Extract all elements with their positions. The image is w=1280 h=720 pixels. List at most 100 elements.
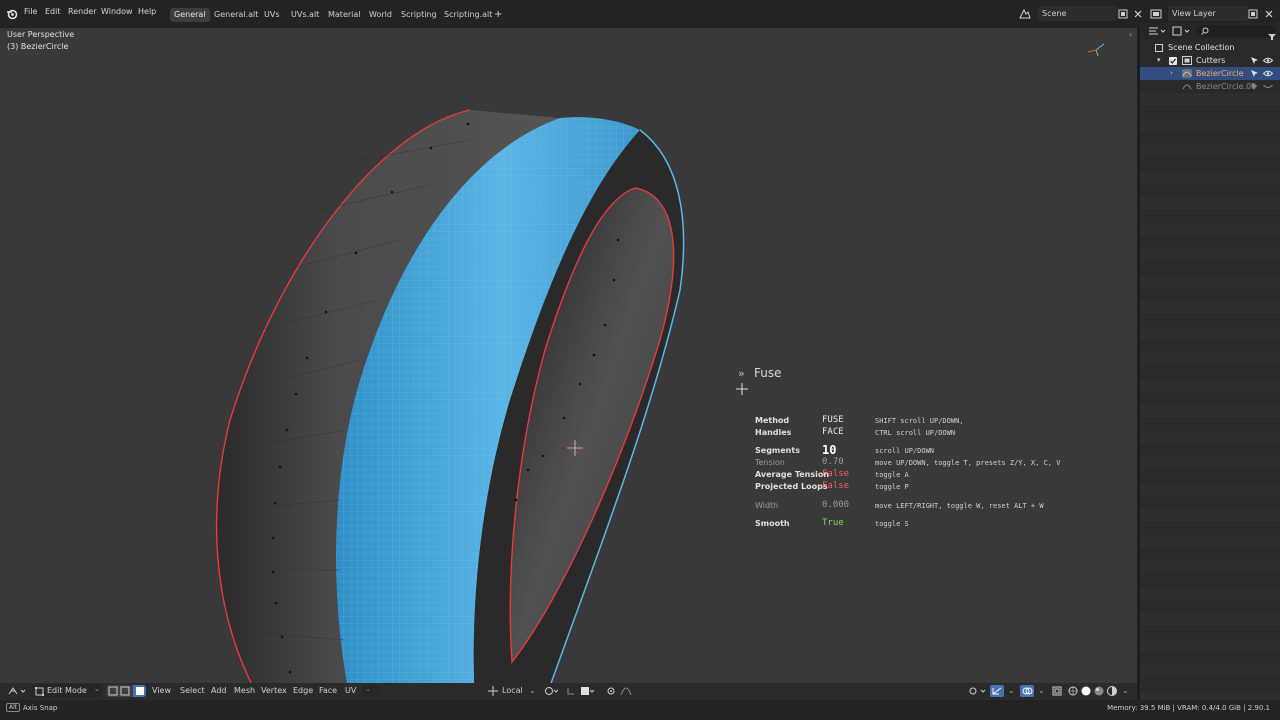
- outliner-empty-row: [1140, 379, 1280, 392]
- header-menu-face[interactable]: Face: [319, 686, 337, 695]
- selectable-arrow-icon[interactable]: [1250, 82, 1259, 91]
- tab-general[interactable]: General: [170, 8, 210, 22]
- filter-funnel-icon[interactable]: [1267, 33, 1277, 41]
- select-mode-toggle[interactable]: [106, 685, 146, 697]
- outliner-row-cutters[interactable]: ▾ Cutters: [1140, 54, 1280, 67]
- outliner-search-input[interactable]: [1196, 25, 1276, 37]
- expand-arrow-icon[interactable]: ▾: [1157, 54, 1161, 67]
- header-menu-uv[interactable]: UV: [345, 686, 356, 695]
- outliner-empty-row: [1140, 535, 1280, 548]
- wireframe-shading-icon[interactable]: [1068, 686, 1078, 696]
- blender-logo-icon[interactable]: [6, 8, 18, 20]
- view-object-types-icon[interactable]: [968, 686, 986, 696]
- outliner-display-mode-icon[interactable]: [1148, 26, 1166, 36]
- vertex-select-icon[interactable]: [108, 686, 118, 696]
- pivot-point-icon[interactable]: [544, 686, 558, 696]
- chevron-down-icon[interactable]: ⌄: [1122, 686, 1129, 695]
- checkbox-icon[interactable]: [1169, 57, 1177, 65]
- navigation-gizmo-icon: [1087, 43, 1105, 57]
- outliner-empty-row: [1140, 561, 1280, 574]
- uv-dropdown[interactable]: ⌄: [362, 685, 380, 697]
- edit-mode-icon: [35, 687, 44, 696]
- visibility-eye-icon[interactable]: [1263, 70, 1273, 77]
- outliner-empty-row: [1140, 119, 1280, 132]
- tab-uvs[interactable]: UVs: [260, 8, 284, 22]
- xray-toggle-icon[interactable]: [1052, 686, 1062, 696]
- scene-copy-icon[interactable]: [1118, 9, 1128, 19]
- sidebar-toggle-icon[interactable]: ‹: [1129, 30, 1132, 39]
- outliner-filter-icon[interactable]: [1172, 26, 1190, 36]
- tab-uvs-alt[interactable]: UVs.alt: [287, 8, 323, 22]
- tab-world[interactable]: World: [365, 8, 396, 22]
- rendered-shading-icon[interactable]: [1107, 686, 1117, 696]
- edge-select-icon[interactable]: [120, 686, 130, 696]
- status-bar: Alt Axis Snap Memory: 39.5 MiB | VRAM: 0…: [0, 700, 1280, 720]
- mode-selector[interactable]: Edit Mode ⌄: [32, 684, 102, 698]
- view-layer-copy-icon[interactable]: [1248, 9, 1258, 19]
- outliner-row-label: BezierCircle: [1196, 69, 1244, 78]
- hud-value: 0.000: [822, 500, 850, 510]
- transform-orientation-icon[interactable]: [488, 686, 498, 696]
- top-bar: File Edit Render Window Help General Gen…: [0, 0, 1280, 28]
- curve-object-icon: [1182, 84, 1192, 90]
- hud-key: Smooth: [755, 519, 790, 528]
- proportional-edit-icon[interactable]: [606, 686, 616, 696]
- material-shading-icon[interactable]: [1094, 686, 1104, 696]
- hud-value: True: [822, 518, 844, 528]
- outliner-scene-collection[interactable]: Scene Collection: [1140, 41, 1280, 54]
- menu-edit[interactable]: Edit: [45, 7, 61, 16]
- header-menu-add[interactable]: Add: [211, 686, 227, 695]
- solid-shading-icon[interactable]: [1081, 686, 1091, 696]
- hud-hint: move LEFT/RIGHT, toggle W, reset ALT + W: [875, 502, 1044, 510]
- hud-value: False: [822, 469, 850, 479]
- tab-scripting[interactable]: Scripting: [397, 8, 441, 22]
- menu-help[interactable]: Help: [138, 7, 156, 16]
- scene-selector[interactable]: Scene: [1038, 6, 1118, 21]
- header-menu-view[interactable]: View: [152, 686, 171, 695]
- header-menu-mesh[interactable]: Mesh: [234, 686, 255, 695]
- overlays-toggle-icon[interactable]: [1020, 685, 1034, 697]
- visibility-eye-icon[interactable]: [1263, 57, 1273, 64]
- gizmo-toggle-icon[interactable]: [990, 685, 1004, 697]
- add-workspace-button[interactable]: +: [490, 8, 506, 22]
- hud-key: Projected Loops: [755, 482, 828, 491]
- tab-scripting-alt[interactable]: Scripting.alt: [440, 8, 496, 22]
- outliner-row-beziercircle[interactable]: › BezierCircle: [1140, 67, 1280, 80]
- outliner-empty-row: [1140, 145, 1280, 158]
- hud-value: FUSE: [822, 415, 844, 425]
- hidden-eye-icon[interactable]: [1263, 83, 1273, 90]
- tab-general-alt[interactable]: General.alt: [210, 8, 262, 22]
- chevron-down-icon[interactable]: ⌄: [1008, 686, 1015, 695]
- scene-close-icon[interactable]: [1133, 9, 1143, 19]
- menu-render[interactable]: Render: [68, 7, 96, 16]
- selectable-arrow-icon[interactable]: [1250, 69, 1259, 78]
- menu-window[interactable]: Window: [101, 7, 133, 16]
- hud-key: Width: [755, 501, 779, 510]
- chevron-down-icon[interactable]: ⌄: [529, 686, 536, 695]
- scene-icon[interactable]: [1018, 8, 1032, 20]
- chevron-down-icon[interactable]: ⌄: [1038, 686, 1045, 695]
- hud-hint: CTRL scroll UP/DOWN: [875, 429, 956, 437]
- falloff-icon[interactable]: [620, 686, 632, 696]
- view-layer-icon[interactable]: [1150, 8, 1164, 20]
- editor-type-icon[interactable]: [8, 686, 26, 696]
- snap-icon[interactable]: [566, 686, 576, 696]
- tab-material[interactable]: Material: [324, 8, 365, 22]
- orientation-label[interactable]: Local: [502, 686, 523, 695]
- header-menu-edge[interactable]: Edge: [293, 686, 313, 695]
- menu-file[interactable]: File: [24, 7, 37, 16]
- expand-arrow-icon[interactable]: ›: [1170, 67, 1173, 80]
- view-layer-selector[interactable]: View Layer: [1168, 6, 1248, 21]
- snap-target-icon[interactable]: [580, 686, 594, 696]
- header-menu-vertex[interactable]: Vertex: [261, 686, 287, 695]
- outliner-row-label: Cutters: [1196, 56, 1226, 65]
- face-select-active[interactable]: [133, 685, 146, 697]
- outliner-row-beziercircle-00[interactable]: BezierCircle.00: [1140, 80, 1280, 93]
- 3d-viewport[interactable]: User Perspective (3) BezierCircle » Fuse…: [0, 28, 1137, 700]
- view-layer-close-icon[interactable]: [1264, 9, 1274, 19]
- hud-hint: scroll UP/DOWN: [875, 447, 935, 455]
- selectable-arrow-icon[interactable]: [1250, 56, 1259, 65]
- outliner-row-label: BezierCircle.00: [1196, 82, 1257, 91]
- header-menu-select[interactable]: Select: [180, 686, 205, 695]
- outliner-empty-row: [1140, 275, 1280, 288]
